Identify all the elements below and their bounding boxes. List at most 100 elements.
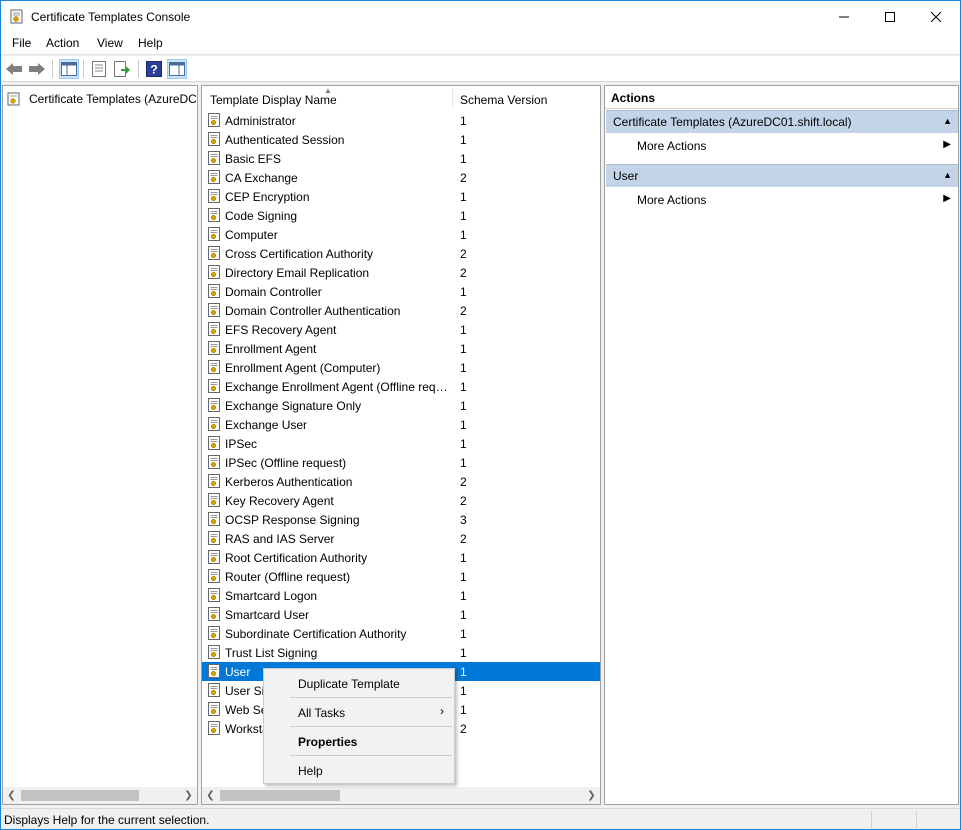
action-more-actions[interactable]: More Actions ▶ <box>606 189 958 211</box>
table-row[interactable]: Smartcard Logon 1 <box>202 586 600 605</box>
toolbar-separator <box>138 60 139 78</box>
certificate-template-icon <box>208 455 220 469</box>
column-header-version[interactable]: Schema Version <box>460 93 547 107</box>
list-horizontal-scrollbar[interactable]: ❮ ❯ <box>202 787 600 804</box>
action-more-actions[interactable]: More Actions ▶ <box>606 135 958 157</box>
schema-version: 1 <box>460 285 467 299</box>
maximize-icon <box>885 12 895 22</box>
table-row[interactable]: Enrollment Agent (Computer) 1 <box>202 358 600 377</box>
certificate-template-icon <box>208 474 220 488</box>
action-group-certificate-templates[interactable]: Certificate Templates (AzureDC01.shift.l… <box>606 110 958 133</box>
submenu-arrow-icon: ▶ <box>943 193 951 204</box>
template-name: Enrollment Agent <box>225 342 317 356</box>
context-item-label: All Tasks <box>298 706 346 720</box>
table-row[interactable]: Router (Offline request) 1 <box>202 567 600 586</box>
template-name: IPSec <box>225 437 258 451</box>
list-header: ▲ Template Display Name Schema Version <box>202 86 600 110</box>
scroll-thumb[interactable] <box>220 790 340 801</box>
table-row[interactable]: Exchange User 1 <box>202 415 600 434</box>
tree-item-certificate-templates[interactable]: Certificate Templates (AzureDC01.shift.l… <box>7 90 197 108</box>
table-row[interactable]: EFS Recovery Agent 1 <box>202 320 600 339</box>
window-title: Certificate Templates Console <box>31 10 191 24</box>
table-row[interactable]: Basic EFS 1 <box>202 149 600 168</box>
table-row[interactable]: IPSec 1 <box>202 434 600 453</box>
schema-version: 1 <box>460 114 467 128</box>
scroll-left-icon[interactable]: ❮ <box>202 787 219 804</box>
minimize-button[interactable] <box>821 1 867 33</box>
show-action-pane-button[interactable] <box>167 59 187 79</box>
table-row[interactable]: Smartcard User 1 <box>202 605 600 624</box>
context-item-duplicate-template[interactable]: Duplicate Template <box>264 671 454 695</box>
context-item-properties[interactable]: Properties <box>264 729 454 753</box>
schema-version: 1 <box>460 190 467 204</box>
table-row[interactable]: Domain Controller 1 <box>202 282 600 301</box>
collapse-up-icon[interactable]: ▲ <box>943 170 952 180</box>
forward-icon <box>29 63 45 75</box>
scroll-thumb[interactable] <box>21 790 139 801</box>
table-row[interactable]: Administrator 1 <box>202 111 600 130</box>
certificate-template-icon <box>208 322 220 336</box>
scroll-right-icon[interactable]: ❯ <box>583 787 600 804</box>
export-list-button[interactable] <box>112 59 132 79</box>
actions-pane-title: Actions <box>605 86 958 109</box>
template-name: Exchange Signature Only <box>225 399 362 413</box>
submenu-chevron-icon: › <box>440 704 444 718</box>
column-header-name[interactable]: Template Display Name <box>210 93 337 107</box>
back-button[interactable] <box>4 59 24 79</box>
table-row[interactable]: Trust List Signing 1 <box>202 643 600 662</box>
maximize-button[interactable] <box>867 1 913 33</box>
status-divider <box>871 811 872 828</box>
table-row[interactable]: Domain Controller Authentication 2 <box>202 301 600 320</box>
table-row[interactable]: Computer 1 <box>202 225 600 244</box>
menu-action[interactable]: Action <box>46 36 79 50</box>
collapse-up-icon[interactable]: ▲ <box>943 116 952 126</box>
table-row[interactable]: Subordinate Certification Authority 1 <box>202 624 600 643</box>
table-row[interactable]: Exchange Signature Only 1 <box>202 396 600 415</box>
menu-view[interactable]: View <box>97 36 123 50</box>
column-divider[interactable] <box>452 88 453 108</box>
menu-file[interactable]: File <box>12 36 31 50</box>
table-row[interactable]: Cross Certification Authority 2 <box>202 244 600 263</box>
template-name: Smartcard User <box>225 608 310 622</box>
schema-version: 1 <box>460 437 467 451</box>
certificate-template-icon <box>208 284 220 298</box>
table-row[interactable]: Root Certification Authority 1 <box>202 548 600 567</box>
menu-bar: File Action View Help <box>1 33 960 55</box>
certificate-template-icon <box>208 607 220 621</box>
action-group-user[interactable]: User ▲ <box>606 164 958 187</box>
table-row[interactable]: RAS and IAS Server 2 <box>202 529 600 548</box>
schema-version: 2 <box>460 494 467 508</box>
certificate-template-icon <box>208 550 220 564</box>
certificate-template-icon <box>208 664 220 678</box>
table-row[interactable]: Authenticated Session 1 <box>202 130 600 149</box>
table-row[interactable]: Enrollment Agent 1 <box>202 339 600 358</box>
scroll-right-icon[interactable]: ❯ <box>180 787 197 804</box>
schema-version: 1 <box>460 152 467 166</box>
context-item-help[interactable]: Help <box>264 758 454 782</box>
tree-horizontal-scrollbar[interactable]: ❮ ❯ <box>3 787 197 804</box>
table-row[interactable]: Code Signing 1 <box>202 206 600 225</box>
table-row[interactable]: Exchange Enrollment Agent (Offline reque… <box>202 377 600 396</box>
table-row[interactable]: Kerberos Authentication 2 <box>202 472 600 491</box>
scroll-left-icon[interactable]: ❮ <box>3 787 20 804</box>
close-button[interactable] <box>913 1 959 33</box>
properties-button[interactable] <box>89 59 109 79</box>
table-row[interactable]: Key Recovery Agent 2 <box>202 491 600 510</box>
show-console-tree-button[interactable] <box>59 59 79 79</box>
action-pane-icon <box>169 62 185 76</box>
context-item-all-tasks[interactable]: All Tasks › <box>264 700 454 724</box>
schema-version: 3 <box>460 513 467 527</box>
template-name: Subordinate Certification Authority <box>225 627 407 641</box>
menu-help[interactable]: Help <box>138 36 163 50</box>
template-name: RAS and IAS Server <box>225 532 335 546</box>
properties-icon <box>92 61 106 77</box>
table-row[interactable]: Directory Email Replication 2 <box>202 263 600 282</box>
table-row[interactable]: CEP Encryption 1 <box>202 187 600 206</box>
certificate-template-icon <box>10 9 23 24</box>
table-row[interactable]: OCSP Response Signing 3 <box>202 510 600 529</box>
table-row[interactable]: IPSec (Offline request) 1 <box>202 453 600 472</box>
schema-version: 1 <box>460 665 467 679</box>
help-button[interactable]: ? <box>144 59 164 79</box>
table-row[interactable]: CA Exchange 2 <box>202 168 600 187</box>
forward-button[interactable] <box>27 59 47 79</box>
